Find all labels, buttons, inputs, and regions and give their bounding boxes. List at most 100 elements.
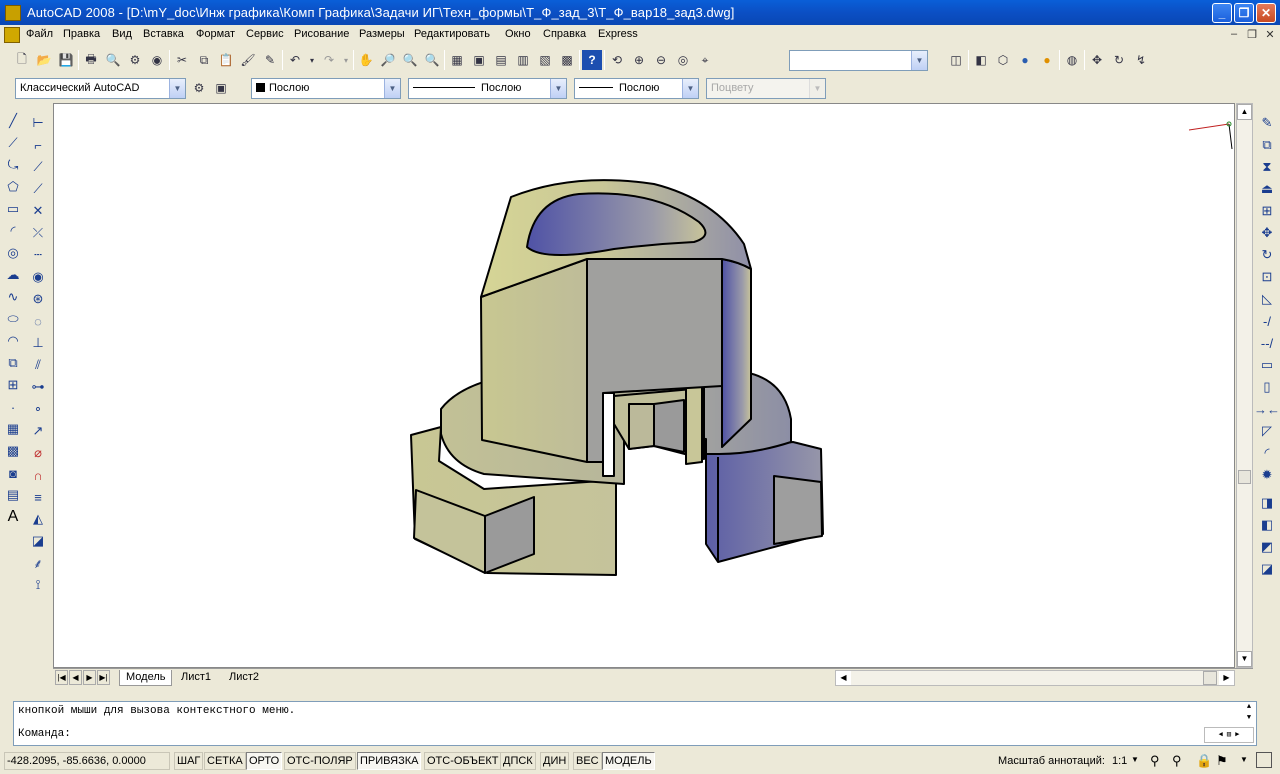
paste-icon[interactable]: 📋: [216, 50, 236, 70]
snap-toggle[interactable]: ШАГ: [174, 752, 204, 770]
menu-view[interactable]: Вид: [112, 28, 132, 40]
qleader-icon[interactable]: ↗: [27, 420, 49, 442]
scroll-right-button[interactable]: ▶: [1219, 671, 1234, 685]
zoom-realtime-icon[interactable]: 🔎: [378, 50, 398, 70]
multileader-style-icon[interactable]: ⟟: [27, 574, 49, 596]
insert-block-icon[interactable]: ⧉: [2, 352, 24, 374]
calculator-icon[interactable]: ▩: [557, 50, 577, 70]
tab-layout1[interactable]: Лист1: [175, 670, 217, 686]
baseline-icon[interactable]: ⊶: [27, 376, 49, 398]
polar-toggle[interactable]: ОТС-ПОЛЯР: [284, 752, 356, 770]
mdi-close-button[interactable]: ✕: [1262, 28, 1278, 42]
break-at-point-icon[interactable]: ▭: [1256, 354, 1278, 376]
box-icon[interactable]: ◧: [971, 50, 991, 70]
annotation-scale-dropdown-icon[interactable]: ▼: [1131, 755, 1139, 764]
undo-dropdown-icon[interactable]: ▾: [307, 50, 317, 70]
cmd-scroll[interactable]: ▲ ▼: [1242, 702, 1256, 726]
join-icon[interactable]: →←: [1254, 398, 1280, 420]
gradient-icon[interactable]: ▩: [2, 440, 24, 462]
hscroll-thumb[interactable]: [1203, 671, 1217, 685]
dim-jogged-icon[interactable]: ⊛: [27, 288, 49, 310]
ortho-toggle[interactable]: ОРТО: [246, 752, 283, 770]
menu-express[interactable]: Express: [598, 28, 638, 40]
scroll-down-button[interactable]: ▼: [1237, 651, 1252, 667]
menu-insert[interactable]: Вставка: [143, 28, 184, 40]
stretch-icon[interactable]: ◺: [1256, 288, 1278, 310]
lock-icon[interactable]: 🔒: [1196, 753, 1212, 769]
undo-icon[interactable]: ↶: [285, 50, 305, 70]
maximize-button[interactable]: ❐: [1234, 3, 1254, 23]
coordinates[interactable]: -428.2095, -85.6636, 0.0000: [4, 752, 170, 770]
free-orbit-icon[interactable]: ◎: [673, 50, 693, 70]
multileader-icon[interactable]: ⸙: [27, 552, 49, 574]
otrack-toggle[interactable]: ОТС-ОБЪЕКТ: [424, 752, 502, 770]
model-toggle[interactable]: МОДЕЛЬ: [602, 752, 655, 770]
material-icon[interactable]: ●: [1037, 50, 1057, 70]
dwf-icon[interactable]: ◉: [147, 50, 167, 70]
named-views-icon[interactable]: ◫: [946, 50, 966, 70]
render-icon[interactable]: ◍: [1062, 50, 1082, 70]
mdi-minimize-button[interactable]: –: [1226, 28, 1242, 42]
construction-line-icon[interactable]: ⟋: [2, 132, 24, 154]
make-block-icon[interactable]: ⊞: [2, 374, 24, 396]
menu-edit[interactable]: Правка: [63, 28, 100, 40]
dim-arc-icon[interactable]: ⟋: [27, 156, 49, 178]
scroll-up-button[interactable]: ▲: [1237, 104, 1252, 120]
dim-angular-icon[interactable]: ⊥: [27, 332, 49, 354]
trim-right-icon[interactable]: -/: [1256, 310, 1278, 332]
dimtedit-icon[interactable]: ◭: [27, 508, 49, 530]
fillet-icon[interactable]: ◜: [1256, 442, 1278, 464]
draworder-above-icon[interactable]: ◩: [1256, 536, 1278, 558]
menu-dimension[interactable]: Размеры: [359, 28, 405, 40]
offset-icon[interactable]: ⏏: [1256, 178, 1278, 200]
pan-icon[interactable]: ✋: [356, 50, 376, 70]
polygon-icon[interactable]: ⬠: [2, 176, 24, 198]
copy-icon[interactable]: ⧉: [194, 50, 214, 70]
extend-icon[interactable]: ⤫: [27, 222, 49, 244]
draworder-back-icon[interactable]: ◧: [1256, 514, 1278, 536]
center-mark-icon[interactable]: ∩: [27, 464, 49, 486]
extend-right-icon[interactable]: --/: [1256, 332, 1278, 354]
cut-icon[interactable]: ✂: [172, 50, 192, 70]
horizontal-scrollbar[interactable]: ◀ ▶: [835, 670, 1235, 686]
tab-last-icon[interactable]: ▶|: [97, 670, 110, 685]
toolbar-lock-icon[interactable]: ▣: [211, 78, 231, 98]
open-icon[interactable]: 📂: [34, 50, 54, 70]
rectangle-icon[interactable]: ▭: [2, 198, 24, 220]
point-icon[interactable]: ·: [2, 396, 24, 418]
scale-icon[interactable]: ⊡: [1256, 266, 1278, 288]
move-icon[interactable]: ✥: [1256, 222, 1278, 244]
toolpalettes-icon[interactable]: ▤: [491, 50, 511, 70]
command-prompt[interactable]: Команда:: [18, 728, 71, 740]
walk-icon[interactable]: ⌖: [695, 50, 715, 70]
zoom-window-icon[interactable]: 🔍: [400, 50, 420, 70]
status-menu-icon[interactable]: ▼: [1240, 755, 1248, 764]
mdi-restore-button[interactable]: ❐: [1244, 28, 1260, 42]
ellipse-arc-icon[interactable]: ◠: [2, 330, 24, 352]
dim-diameter-icon[interactable]: ◌: [27, 310, 49, 332]
sheetset-icon[interactable]: ▥: [513, 50, 533, 70]
mtext-icon[interactable]: A: [2, 506, 24, 528]
properties-icon[interactable]: ▦: [447, 50, 467, 70]
lineweight-combo[interactable]: Послою ▼: [574, 78, 699, 99]
document-icon[interactable]: [4, 27, 20, 43]
3dorbit-icon[interactable]: ⟲: [607, 50, 627, 70]
qdim-icon[interactable]: ⫽: [27, 354, 49, 376]
dimstyle-icon[interactable]: ◪: [27, 530, 49, 552]
grid-toggle[interactable]: СЕТКА: [204, 752, 246, 770]
tab-next-icon[interactable]: ▶: [83, 670, 96, 685]
spline-icon[interactable]: ∿: [2, 286, 24, 308]
title-bar[interactable]: AutoCAD 2008 - [D:\mY_doc\Инж графика\Ко…: [0, 0, 1280, 25]
menu-help[interactable]: Справка: [543, 28, 586, 40]
match-icon[interactable]: ↯: [1131, 50, 1151, 70]
annotation-scale-value[interactable]: 1:1: [1112, 755, 1127, 767]
color-combo[interactable]: Послою ▼: [251, 78, 401, 99]
arc-icon[interactable]: ◜: [2, 220, 24, 242]
menu-tools[interactable]: Сервис: [246, 28, 284, 40]
tab-first-icon[interactable]: |◀: [55, 670, 68, 685]
rotate-icon[interactable]: ↻: [1256, 244, 1278, 266]
zoom-previous-icon[interactable]: 🔍: [422, 50, 442, 70]
zoom-in-icon[interactable]: ⊕: [629, 50, 649, 70]
circle-icon[interactable]: ◎: [2, 242, 24, 264]
mirror-icon[interactable]: ⧗: [1256, 156, 1278, 178]
